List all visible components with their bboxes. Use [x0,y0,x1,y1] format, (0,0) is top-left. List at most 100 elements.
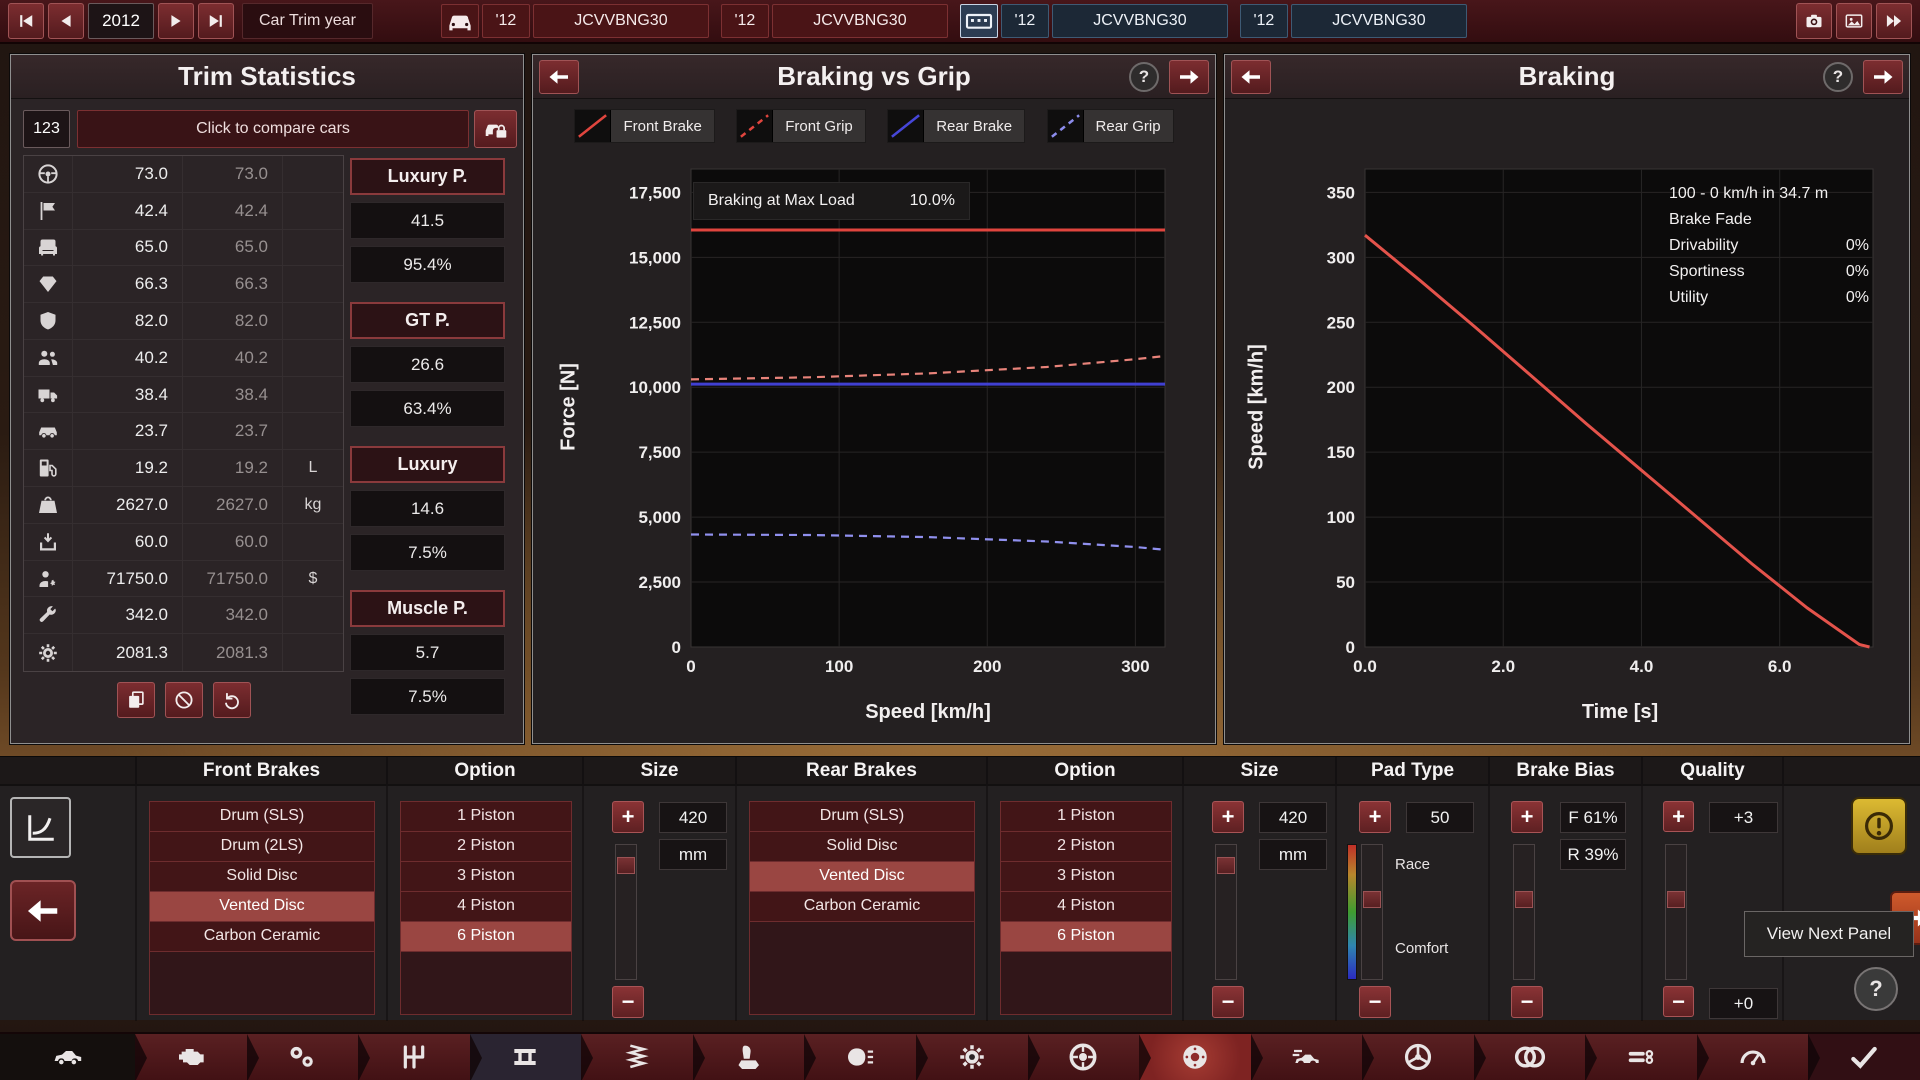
competitor-name[interactable]: Luxury [350,446,505,483]
toolbar-item-drivetrain[interactable] [246,1034,370,1080]
previous-graph-button[interactable] [1231,60,1271,94]
tab-year[interactable]: '12 [481,4,530,38]
legend-item[interactable]: Rear Brake [887,109,1026,143]
previous-year-button[interactable] [48,3,84,39]
brake-type-option[interactable]: Carbon Ceramic [150,922,374,952]
pad-decrease-button[interactable]: − [1359,986,1391,1018]
piston-option[interactable]: 6 Piston [1001,922,1171,952]
quality-decrease-button[interactable]: − [1663,986,1694,1017]
toolbar-item-confirm[interactable] [1808,1034,1920,1080]
toolbar-item-wheels[interactable] [1027,1034,1151,1080]
competitor-name[interactable]: Muscle P. [350,590,505,627]
brake-type-option[interactable]: Vented Disc [750,862,974,892]
tab-year[interactable]: '12 [720,4,769,38]
tab-name[interactable]: JCVVBNG30 [532,4,709,38]
piston-option[interactable]: 3 Piston [401,862,571,892]
rear-size-decrease-button[interactable]: − [1212,986,1244,1018]
compare-cars-button[interactable]: Click to compare cars [77,110,469,148]
car-tab[interactable]: '12 JCVVBNG30 [959,4,1228,38]
first-year-button[interactable] [8,3,44,39]
previous-graph-button[interactable] [539,60,579,94]
toolbar-item-tyres[interactable] [1473,1034,1597,1080]
tab-year[interactable]: '12 [1239,4,1288,38]
piston-option[interactable]: 3 Piston [1001,862,1171,892]
piston-option[interactable]: 4 Piston [1001,892,1171,922]
toolbar-item-car-body[interactable] [0,1034,147,1080]
next-graph-button[interactable] [1863,60,1903,94]
help-button[interactable]: ? [1129,62,1159,92]
toolbar-item-engine[interactable] [135,1034,259,1080]
front-size-decrease-button[interactable]: − [612,986,644,1018]
front-size-increase-button[interactable]: + [612,801,644,833]
top-right-button[interactable] [1836,3,1872,39]
warning-button[interactable] [1851,797,1907,855]
tab-year[interactable]: '12 [1000,4,1049,38]
toolbar-item-interior[interactable] [692,1034,816,1080]
toolbar-item-suspension[interactable] [581,1034,705,1080]
slider-handle[interactable] [1217,857,1235,874]
brake-type-option[interactable]: Drum (SLS) [750,802,974,832]
quality-slider[interactable] [1665,844,1687,980]
competitor-name[interactable]: GT P. [350,302,505,339]
toolbar-item-aero[interactable] [1250,1034,1374,1080]
car-tab[interactable]: '12 JCVVBNG30 [720,4,948,38]
bias-decrease-button[interactable]: − [1511,986,1543,1018]
legend-item[interactable]: Front Grip [736,109,866,143]
toolbar-item-brakes[interactable] [1139,1034,1263,1080]
toolbar-item-rims[interactable] [1362,1034,1486,1080]
last-year-button[interactable] [198,3,234,39]
stats-tool-button[interactable] [116,682,155,718]
toolbar-item-lights[interactable] [804,1034,928,1080]
compare-lock-button[interactable] [474,110,517,148]
toolbar-item-safety[interactable] [915,1034,1040,1080]
previous-panel-button[interactable] [10,880,76,941]
brake-type-option[interactable]: Carbon Ceramic [750,892,974,922]
slider-handle[interactable] [1667,891,1685,908]
toolbar-item-testing[interactable] [1696,1034,1820,1080]
piston-option[interactable]: 1 Piston [401,802,571,832]
brake-type-option[interactable]: Drum (SLS) [150,802,374,832]
help-button[interactable]: ? [1854,967,1898,1011]
rear-size-increase-button[interactable]: + [1212,801,1244,833]
car-tab[interactable]: '12 JCVVBNG30 [1239,4,1467,38]
top-right-button[interactable] [1796,3,1832,39]
brake-type-option[interactable]: Solid Disc [150,862,374,892]
help-button[interactable]: ? [1823,62,1853,92]
brake-type-option[interactable]: Vented Disc [150,892,374,922]
tab-name[interactable]: JCVVBNG30 [1051,4,1228,38]
piston-option[interactable]: 2 Piston [1001,832,1171,862]
front-size-slider[interactable] [615,844,637,980]
rear-size-slider[interactable] [1215,844,1237,980]
stats-tool-button[interactable] [164,682,203,718]
graph-toggle-button[interactable] [10,797,71,858]
slider-handle[interactable] [1515,891,1533,908]
max-load-value: 10.0% [909,192,955,209]
toolbar-item-gearbox[interactable] [358,1034,482,1080]
piston-option[interactable]: 1 Piston [1001,802,1171,832]
next-graph-button[interactable] [1169,60,1209,94]
slider-handle[interactable] [617,857,635,874]
stats-tool-button[interactable] [212,682,251,718]
piston-option[interactable]: 6 Piston [401,922,571,952]
compare-count-button[interactable]: 123 [23,110,70,148]
next-year-button[interactable] [158,3,194,39]
slider-handle[interactable] [1363,891,1381,908]
toolbar-item-chassis[interactable] [469,1034,593,1080]
competitor-name[interactable]: Luxury P. [350,158,505,195]
piston-option[interactable]: 2 Piston [401,832,571,862]
bias-increase-button[interactable]: + [1511,801,1543,833]
tab-name[interactable]: JCVVBNG30 [771,4,948,38]
top-right-button[interactable] [1876,3,1912,39]
legend-item[interactable]: Front Brake [574,109,715,143]
tab-name[interactable]: JCVVBNG30 [1290,4,1467,38]
pad-increase-button[interactable]: + [1359,801,1391,833]
toolbar-item-exhaust[interactable] [1585,1034,1709,1080]
legend-item[interactable]: Rear Grip [1046,109,1174,143]
bias-slider[interactable] [1513,844,1535,980]
piston-option[interactable]: 4 Piston [401,892,571,922]
car-tab[interactable]: '12 JCVVBNG30 [440,4,709,38]
quality-increase-button[interactable]: + [1663,801,1694,832]
pad-slider[interactable] [1361,844,1383,980]
brake-type-option[interactable]: Drum (2LS) [150,832,374,862]
brake-type-option[interactable]: Solid Disc [750,832,974,862]
